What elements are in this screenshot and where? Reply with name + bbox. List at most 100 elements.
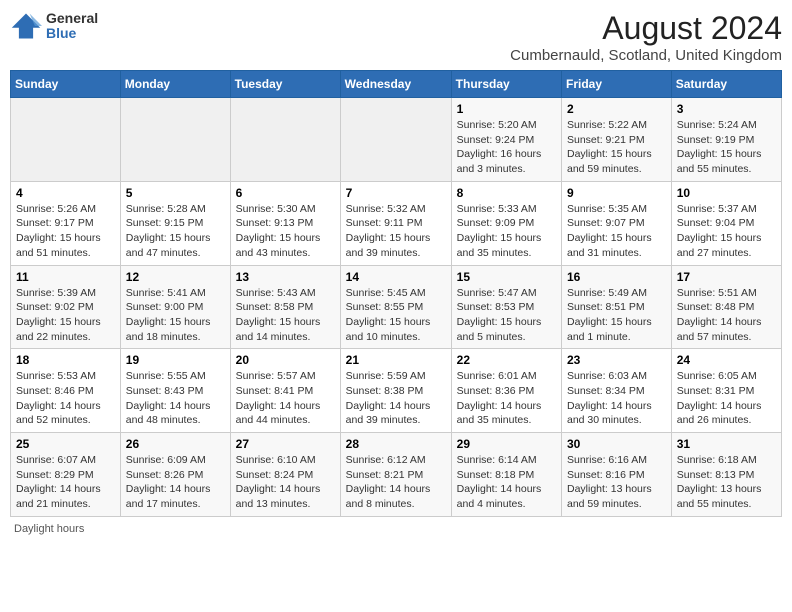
day-info: Sunrise: 6:09 AMSunset: 8:26 PMDaylight:… xyxy=(126,453,225,512)
day-info: Sunrise: 5:47 AMSunset: 8:53 PMDaylight:… xyxy=(457,286,556,345)
day-number: 7 xyxy=(346,186,446,200)
calendar-cell: 26Sunrise: 6:09 AMSunset: 8:26 PMDayligh… xyxy=(120,433,230,517)
month-year-title: August 2024 xyxy=(510,10,782,47)
day-info: Sunrise: 6:03 AMSunset: 8:34 PMDaylight:… xyxy=(567,369,666,428)
calendar-cell: 29Sunrise: 6:14 AMSunset: 8:18 PMDayligh… xyxy=(451,433,561,517)
day-info: Sunrise: 5:51 AMSunset: 8:48 PMDaylight:… xyxy=(677,286,776,345)
day-info: Sunrise: 5:41 AMSunset: 9:00 PMDaylight:… xyxy=(126,286,225,345)
logo-general: General xyxy=(46,11,98,26)
day-number: 12 xyxy=(126,270,225,284)
day-number: 13 xyxy=(236,270,335,284)
day-info: Sunrise: 5:57 AMSunset: 8:41 PMDaylight:… xyxy=(236,369,335,428)
day-number: 17 xyxy=(677,270,776,284)
title-block: August 2024 Cumbernauld, Scotland, Unite… xyxy=(510,10,782,64)
day-info: Sunrise: 5:33 AMSunset: 9:09 PMDaylight:… xyxy=(457,202,556,261)
day-number: 30 xyxy=(567,437,666,451)
calendar-body: 1Sunrise: 5:20 AMSunset: 9:24 PMDaylight… xyxy=(11,98,782,517)
calendar-cell: 22 Sunrise: 6:01 AMSunset: 8:36 PMDayligh… xyxy=(451,349,561,433)
calendar-cell: 12 Sunrise: 5:41 AMSunset: 9:00 PMDayligh… xyxy=(120,265,230,349)
calendar-cell: 15Sunrise: 5:47 AMSunset: 8:53 PMDayligh… xyxy=(451,265,561,349)
weekday-header-friday: Friday xyxy=(562,71,672,98)
calendar-cell: 24 Sunrise: 6:05 AMSunset: 8:31 PMDayligh… xyxy=(671,349,781,433)
day-info: Sunrise: 6:10 AMSunset: 8:24 PMDaylight:… xyxy=(236,453,335,512)
weekday-header-wednesday: Wednesday xyxy=(340,71,451,98)
day-number: 11 xyxy=(16,270,115,284)
day-number: 4 xyxy=(16,186,115,200)
weekday-header-sunday: Sunday xyxy=(11,71,121,98)
calendar-cell: 11 Sunrise: 5:39 AMSunset: 9:02 PMDayligh… xyxy=(11,265,121,349)
calendar-cell: 2Sunrise: 5:22 AMSunset: 9:21 PMDaylight… xyxy=(562,98,672,182)
calendar-cell xyxy=(120,98,230,182)
calendar-cell: 3 Sunrise: 5:24 AMSunset: 9:19 PMDaylight… xyxy=(671,98,781,182)
day-info: Sunrise: 5:55 AMSunset: 8:43 PMDaylight:… xyxy=(126,369,225,428)
daylight-label: Daylight hours xyxy=(14,523,84,535)
calendar-cell: 21Sunrise: 5:59 AMSunset: 8:38 PMDayligh… xyxy=(340,349,451,433)
day-info: Sunrise: 6:18 AMSunset: 8:13 PMDaylight:… xyxy=(677,453,776,512)
day-number: 1 xyxy=(457,102,556,116)
calendar-week-row: 18 Sunrise: 5:53 AMSunset: 8:46 PMDayligh… xyxy=(11,349,782,433)
day-number: 19 xyxy=(126,353,225,367)
day-number: 28 xyxy=(346,437,446,451)
day-info: Sunrise: 5:53 AMSunset: 8:46 PMDaylight:… xyxy=(16,369,115,428)
calendar-cell: 1Sunrise: 5:20 AMSunset: 9:24 PMDaylight… xyxy=(451,98,561,182)
calendar-cell: 8 Sunrise: 5:33 AMSunset: 9:09 PMDaylight… xyxy=(451,181,561,265)
day-number: 16 xyxy=(567,270,666,284)
footer: Daylight hours xyxy=(10,523,782,535)
day-info: Sunrise: 5:35 AMSunset: 9:07 PMDaylight:… xyxy=(567,202,666,261)
day-number: 27 xyxy=(236,437,335,451)
weekday-header-thursday: Thursday xyxy=(451,71,561,98)
day-number: 31 xyxy=(677,437,776,451)
day-info: Sunrise: 5:39 AMSunset: 9:02 PMDaylight:… xyxy=(16,286,115,345)
day-number: 18 xyxy=(16,353,115,367)
calendar-cell: 7 Sunrise: 5:32 AMSunset: 9:11 PMDaylight… xyxy=(340,181,451,265)
calendar-cell: 10Sunrise: 5:37 AMSunset: 9:04 PMDayligh… xyxy=(671,181,781,265)
day-number: 20 xyxy=(236,353,335,367)
day-number: 5 xyxy=(126,186,225,200)
calendar-week-row: 25Sunrise: 6:07 AMSunset: 8:29 PMDayligh… xyxy=(11,433,782,517)
calendar-cell: 27 Sunrise: 6:10 AMSunset: 8:24 PMDayligh… xyxy=(230,433,340,517)
day-number: 24 xyxy=(677,353,776,367)
calendar-cell: 16 Sunrise: 5:49 AMSunset: 8:51 PMDayligh… xyxy=(562,265,672,349)
day-number: 23 xyxy=(567,353,666,367)
logo-text: General Blue xyxy=(46,11,98,42)
page-header: General Blue August 2024 Cumbernauld, Sc… xyxy=(10,10,782,64)
weekday-header-row: SundayMondayTuesdayWednesdayThursdayFrid… xyxy=(11,71,782,98)
calendar-cell: 9 Sunrise: 5:35 AMSunset: 9:07 PMDaylight… xyxy=(562,181,672,265)
day-info: Sunrise: 5:59 AMSunset: 8:38 PMDaylight:… xyxy=(346,369,446,428)
calendar-cell: 25Sunrise: 6:07 AMSunset: 8:29 PMDayligh… xyxy=(11,433,121,517)
calendar-cell: 31 Sunrise: 6:18 AMSunset: 8:13 PMDayligh… xyxy=(671,433,781,517)
day-number: 8 xyxy=(457,186,556,200)
day-info: Sunrise: 5:22 AMSunset: 9:21 PMDaylight:… xyxy=(567,118,666,177)
day-info: Sunrise: 5:37 AMSunset: 9:04 PMDaylight:… xyxy=(677,202,776,261)
day-info: Sunrise: 5:30 AMSunset: 9:13 PMDaylight:… xyxy=(236,202,335,261)
day-info: Sunrise: 5:26 AMSunset: 9:17 PMDaylight:… xyxy=(16,202,115,261)
calendar-cell: 28 Sunrise: 6:12 AMSunset: 8:21 PMDayligh… xyxy=(340,433,451,517)
calendar-cell: 18 Sunrise: 5:53 AMSunset: 8:46 PMDayligh… xyxy=(11,349,121,433)
calendar-cell: 23 Sunrise: 6:03 AMSunset: 8:34 PMDayligh… xyxy=(562,349,672,433)
day-info: Sunrise: 5:24 AMSunset: 9:19 PMDaylight:… xyxy=(677,118,776,177)
day-info: Sunrise: 5:28 AMSunset: 9:15 PMDaylight:… xyxy=(126,202,225,261)
calendar-cell xyxy=(11,98,121,182)
calendar-table: SundayMondayTuesdayWednesdayThursdayFrid… xyxy=(10,70,782,517)
day-number: 9 xyxy=(567,186,666,200)
calendar-cell: 6Sunrise: 5:30 AMSunset: 9:13 PMDaylight… xyxy=(230,181,340,265)
calendar-cell xyxy=(230,98,340,182)
day-info: Sunrise: 5:32 AMSunset: 9:11 PMDaylight:… xyxy=(346,202,446,261)
day-info: Sunrise: 6:05 AMSunset: 8:31 PMDaylight:… xyxy=(677,369,776,428)
day-info: Sunrise: 6:01 AMSunset: 8:36 PMDaylight:… xyxy=(457,369,556,428)
day-number: 3 xyxy=(677,102,776,116)
calendar-cell: 5 Sunrise: 5:28 AMSunset: 9:15 PMDaylight… xyxy=(120,181,230,265)
calendar-week-row: 11 Sunrise: 5:39 AMSunset: 9:02 PMDayligh… xyxy=(11,265,782,349)
calendar-cell: 20 Sunrise: 5:57 AMSunset: 8:41 PMDayligh… xyxy=(230,349,340,433)
calendar-cell: 19 Sunrise: 5:55 AMSunset: 8:43 PMDayligh… xyxy=(120,349,230,433)
calendar-cell: 4 Sunrise: 5:26 AMSunset: 9:17 PMDaylight… xyxy=(11,181,121,265)
day-number: 14 xyxy=(346,270,446,284)
day-info: Sunrise: 6:12 AMSunset: 8:21 PMDaylight:… xyxy=(346,453,446,512)
calendar-cell: 30 Sunrise: 6:16 AMSunset: 8:16 PMDayligh… xyxy=(562,433,672,517)
day-number: 22 xyxy=(457,353,556,367)
logo-blue: Blue xyxy=(46,26,98,41)
calendar-header: SundayMondayTuesdayWednesdayThursdayFrid… xyxy=(11,71,782,98)
day-info: Sunrise: 5:49 AMSunset: 8:51 PMDaylight:… xyxy=(567,286,666,345)
calendar-cell xyxy=(340,98,451,182)
day-info: Sunrise: 6:16 AMSunset: 8:16 PMDaylight:… xyxy=(567,453,666,512)
